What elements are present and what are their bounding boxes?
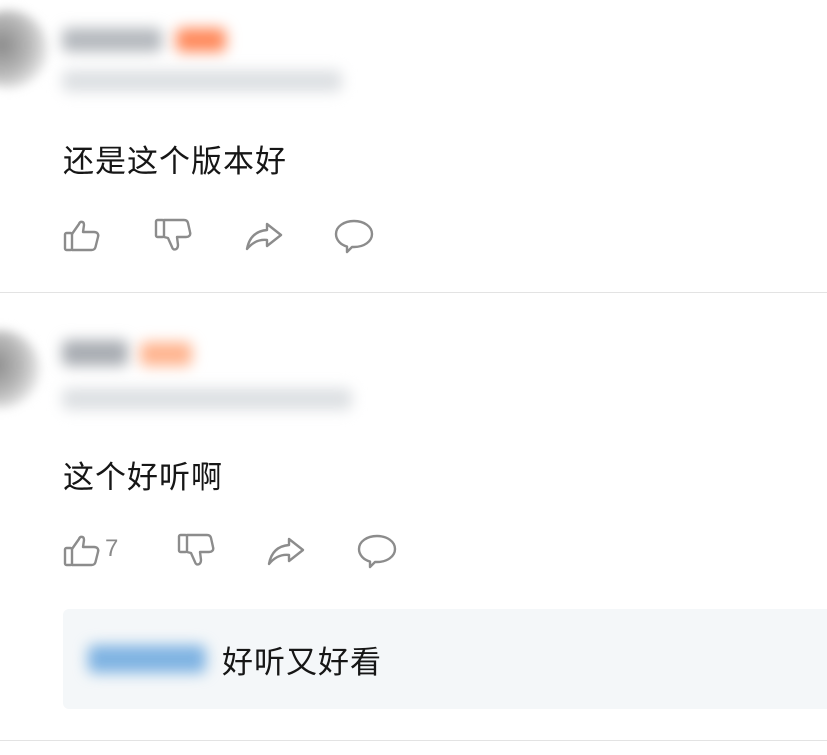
avatar[interactable] — [0, 330, 40, 408]
dislike-button[interactable] — [153, 216, 193, 256]
thumbs-up-icon — [63, 220, 100, 252]
user-badge-blurred — [176, 28, 226, 52]
reply-author-blurred[interactable] — [88, 645, 206, 673]
share-button[interactable] — [265, 531, 307, 571]
reply-button[interactable] — [356, 531, 398, 571]
like-count: 7 — [105, 535, 119, 562]
comment-text: 还是这个版本好 — [63, 144, 287, 180]
avatar[interactable] — [0, 10, 48, 88]
thumbs-up-icon — [63, 535, 100, 567]
comment-divider — [0, 292, 827, 293]
username-blurred[interactable] — [62, 28, 162, 52]
thumbs-down-icon — [177, 533, 215, 566]
reply-button[interactable] — [333, 216, 375, 256]
comment-text: 这个好听啊 — [63, 460, 223, 496]
speech-bubble-icon — [357, 534, 397, 569]
comment-meta-blurred — [62, 388, 352, 410]
comment-divider — [0, 740, 827, 741]
user-badge-blurred — [140, 342, 192, 366]
reply-text: 好听又好看 — [222, 645, 382, 681]
dislike-button[interactable] — [176, 531, 216, 571]
comment-meta-blurred — [62, 70, 342, 92]
username-blurred[interactable] — [62, 340, 128, 366]
share-arrow-icon — [267, 537, 305, 566]
share-button[interactable] — [243, 216, 285, 256]
like-button[interactable] — [62, 216, 102, 256]
share-arrow-icon — [245, 222, 283, 251]
thumbs-down-icon — [154, 218, 192, 251]
speech-bubble-icon — [334, 219, 374, 254]
like-button[interactable]: 7 — [62, 531, 118, 571]
